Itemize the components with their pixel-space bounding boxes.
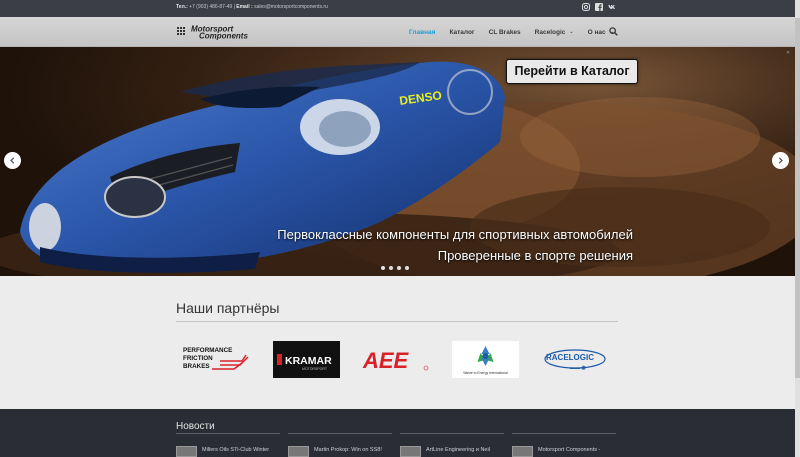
main-header: Motorsport Components Главная Каталог CL… [0,17,800,47]
wte-text: Waste to Energy International [463,371,508,375]
phone-label: Тел.: [176,4,188,10]
news-item-title: Millers Oils STi-Club Winter [202,447,270,453]
slider-dot-2[interactable] [389,266,393,270]
vbox-mark: ▬▬ ◉ [570,365,586,371]
email-label: Email : [236,4,253,10]
news-item[interactable]: Motorsport Components - [512,446,600,457]
racelogic-logo[interactable]: RACELOGIC ▬▬ ◉ [541,341,608,378]
news-thumbnail [176,446,197,457]
close-icon[interactable]: ✕ [786,50,790,56]
hero-caption-line2: Проверенные в спорте решения [437,248,633,263]
news-divider [288,433,392,434]
news-item[interactable]: Millers Oils STi-Club Winter [176,446,269,457]
pf-line1: PERFORMANCE [183,347,232,354]
racelogic-text: RACELOGIC [546,353,594,362]
pf-line2: FRICTION [183,355,213,362]
news-footer: Новости Millers Oils STi-Club Winter Mar… [0,409,800,457]
news-item-title: ArtLine Engineering и Neil [426,447,490,453]
nav-catalog-label: Каталог [449,28,475,36]
hero-slider: DENSO Перейти в Каталог Первоклассные ко… [0,47,800,276]
news-thumbnail [400,446,421,457]
nav-home-label: Главная [409,28,436,36]
nav-cl-brakes[interactable]: CL Brakes [489,29,521,36]
motorsport-components-logo[interactable]: Motorsport Components [177,24,275,40]
vk-icon[interactable] [608,3,616,11]
aee-text: AEE [362,348,410,373]
contact-info: Тел.: +7 (903) 486-87-49 | Email : sales… [176,4,328,10]
logo-text-bottom: Components [199,32,248,41]
news-item[interactable]: ArtLine Engineering и Neil [400,446,490,457]
news-item-title: Motorsport Components - [538,447,601,453]
nav-catalog[interactable]: Каталог [449,29,474,36]
slider-dot-4[interactable] [405,266,409,270]
page-scrollbar-thumb[interactable] [795,18,800,378]
news-divider [176,433,280,434]
chevron-left-icon [10,157,15,164]
nav-racelogic[interactable]: Racelogic ⌄ [535,29,574,36]
aee-logo[interactable]: AEE [362,341,429,378]
slider-pagination [381,266,409,270]
news-thumbnail [288,446,309,457]
slider-prev-button[interactable] [4,152,21,169]
performance-friction-logo[interactable]: PERFORMANCE FRICTION BRAKES [182,341,249,378]
social-links [582,3,616,11]
go-to-catalog-button[interactable]: Перейти в Каталог [506,59,638,84]
waste-to-energy-logo[interactable]: Waste to Energy International [452,341,519,378]
news-item[interactable]: Martin Prokop: Win on SS8! [288,446,382,457]
nav-about-label: О нас [587,28,606,36]
kramar-logo[interactable]: KRAMAR MOTORSPORT [273,341,340,378]
facebook-icon[interactable] [595,3,603,11]
slider-next-button[interactable] [772,152,789,169]
chevron-down-icon: ⌄ [569,29,574,35]
kramar-line1: KRAMAR [285,355,332,367]
kramar-line2: MOTORSPORT [302,367,328,371]
pf-line3: BRAKES [183,363,210,370]
instagram-icon[interactable] [582,3,590,11]
partners-title: Наши партнёры [176,300,280,316]
news-divider [400,433,504,434]
main-navigation: Главная Каталог CL Brakes Racelogic ⌄ О … [409,17,628,47]
slider-dot-3[interactable] [397,266,401,270]
search-icon[interactable] [609,27,618,36]
hero-caption-line1: Первоклассные компоненты для спортивных … [277,227,633,242]
news-thumbnail [512,446,533,457]
news-title: Новости [176,421,215,432]
partners-section: Наши партнёры PERFORMANCE FRICTION BRAKE… [0,276,800,409]
news-item-title: Martin Prokop: Win on SS8! [314,447,382,453]
chevron-right-icon [778,157,783,164]
nav-cl-brakes-label: CL Brakes [488,28,521,36]
nav-racelogic-label: Racelogic [534,28,566,36]
phone-number[interactable]: +7 (903) 486-87-49 [189,4,232,10]
top-contact-bar: Тел.: +7 (903) 486-87-49 | Email : sales… [0,0,800,17]
email-link[interactable]: sales@motorsportcomponents.ru [254,4,328,10]
partners-divider [176,321,618,322]
nav-home[interactable]: Главная [409,29,435,36]
slider-dot-1[interactable] [381,266,385,270]
news-divider [512,433,616,434]
